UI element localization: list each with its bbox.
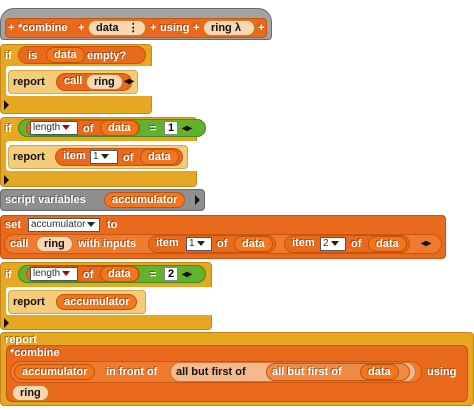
is-label: is xyxy=(28,50,38,62)
var-data-4[interactable]: data xyxy=(234,236,273,252)
of-label-2: of xyxy=(123,152,134,164)
hat-plus-4[interactable]: + xyxy=(193,21,199,35)
set-var-dropdown[interactable]: accumulator xyxy=(28,218,100,232)
var-ring-2[interactable]: ring xyxy=(36,236,73,252)
param-data[interactable]: data ⋮ xyxy=(88,20,146,36)
with-inputs-label: with inputs xyxy=(78,238,137,250)
param-ring[interactable]: ring λ xyxy=(203,20,255,36)
of-label-5: of xyxy=(83,269,94,281)
length-dropdown-2[interactable]: length xyxy=(30,267,78,281)
var-accumulator-2[interactable]: accumulator xyxy=(14,364,96,380)
var-ring[interactable]: ring xyxy=(86,74,123,90)
var-data-2[interactable]: data xyxy=(100,120,139,136)
equals-value-input-2[interactable]: 2 xyxy=(164,267,178,281)
set-label: set xyxy=(5,219,21,231)
equals-value-input[interactable]: 1 xyxy=(164,121,178,135)
item-index-dropdown[interactable]: 1 xyxy=(90,150,118,164)
hat-plus-3[interactable]: + xyxy=(150,21,156,35)
equals-arrows[interactable]: ◂▸ xyxy=(182,122,192,136)
combine-label: *combine xyxy=(10,347,60,359)
call-inputs-arrows[interactable]: ◂▸ xyxy=(421,237,431,251)
var-accumulator-decl[interactable]: accumulator xyxy=(104,192,186,208)
script-vars-arrow[interactable] xyxy=(195,195,200,205)
if-end-arrow xyxy=(4,100,9,110)
in-front-of-label: in front of xyxy=(106,366,158,378)
using-label: using xyxy=(427,366,457,378)
all-but-first-outer-label: all but first of xyxy=(176,366,246,378)
hat-plus[interactable]: + xyxy=(8,21,14,35)
report-label-3: report xyxy=(13,296,45,308)
if-end-arrow-3 xyxy=(4,318,9,328)
var-data-7[interactable]: data xyxy=(360,364,399,380)
if-end-arrow-2 xyxy=(4,175,9,185)
hat-plus-2[interactable]: + xyxy=(78,21,84,35)
var-data-3[interactable]: data xyxy=(140,149,179,165)
var-data[interactable]: data xyxy=(46,47,85,63)
report-label: report xyxy=(13,76,45,88)
length-dropdown[interactable]: length xyxy=(30,121,78,135)
hat-block-name: *combine xyxy=(18,22,68,34)
to-label: to xyxy=(107,219,118,231)
var-ring-3[interactable]: ring xyxy=(12,385,49,401)
var-accumulator[interactable]: accumulator xyxy=(56,294,138,310)
all-but-first-inner-label: all but first of xyxy=(272,366,342,378)
empty-label: empty? xyxy=(87,50,127,62)
call-label: call xyxy=(10,238,29,250)
call-arrows[interactable]: ◂▸ xyxy=(124,75,134,89)
if-label: if xyxy=(5,50,12,62)
item-index-dropdown-2[interactable]: 2 xyxy=(320,237,346,251)
var-data-6[interactable]: data xyxy=(100,266,139,282)
report-label-2: report xyxy=(13,151,45,163)
of-label-4: of xyxy=(351,238,362,250)
equals-arrows-2[interactable]: ◂▸ xyxy=(182,268,192,282)
hat-using-label: using xyxy=(160,22,190,34)
equals-sign-2: = xyxy=(150,269,157,281)
if-label-3: if xyxy=(5,269,12,281)
item-index-dropdown-1[interactable]: 1 xyxy=(186,237,212,251)
equals-sign: = xyxy=(150,123,157,135)
hat-plus-5[interactable]: + xyxy=(258,21,264,35)
if-label-2: if xyxy=(5,123,12,135)
var-data-5[interactable]: data xyxy=(368,236,407,252)
script-variables-label: script variables xyxy=(5,194,86,206)
of-label: of xyxy=(83,123,94,135)
of-label-3: of xyxy=(217,238,228,250)
